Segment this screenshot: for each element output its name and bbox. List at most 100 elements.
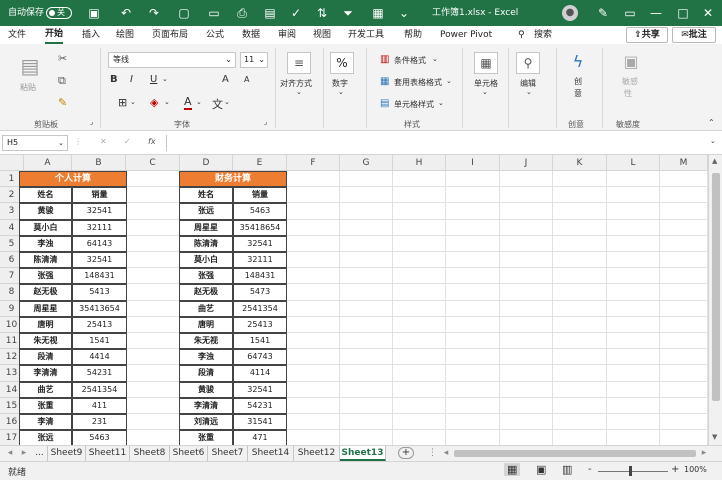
table1-cell[interactable]: 唐明 xyxy=(19,316,72,333)
tab-file[interactable]: 文件 xyxy=(8,26,26,44)
table1-cell[interactable]: 32541 xyxy=(72,252,127,269)
table2-cell[interactable]: 段清 xyxy=(179,365,233,382)
copy-icon[interactable]: ⧉ xyxy=(58,74,66,88)
number-format-button[interactable]: % xyxy=(330,52,354,74)
cell-styles-button[interactable]: 单元格样式 xyxy=(394,99,434,110)
table2-cell[interactable]: 黄骏 xyxy=(179,381,233,398)
table1-cell[interactable]: 黄骏 xyxy=(19,203,72,220)
column-header-c[interactable]: C xyxy=(126,155,180,171)
page-break-view-icon[interactable]: ▥ xyxy=(562,463,572,476)
font-color-icon[interactable]: A xyxy=(184,95,192,110)
autosave-toggle[interactable]: 关 xyxy=(46,7,72,19)
add-sheet-button[interactable]: + xyxy=(398,447,414,459)
search-label[interactable]: 搜索 xyxy=(534,26,552,44)
sensitivity-icon[interactable]: ▣ xyxy=(620,52,642,71)
paste-label[interactable]: 粘贴 xyxy=(20,82,36,93)
create-label-line2[interactable]: 意 xyxy=(574,88,582,99)
chevron-down-icon[interactable]: ⌄ xyxy=(296,88,302,96)
table1-cell[interactable]: 5413 xyxy=(72,284,127,301)
table1-cell[interactable]: 35413654 xyxy=(72,300,127,317)
table2-cell[interactable]: 471 xyxy=(233,430,287,445)
close-icon[interactable]: ✕ xyxy=(700,5,716,21)
formula-input[interactable] xyxy=(166,135,706,151)
table1-cell[interactable]: 411 xyxy=(72,397,127,414)
zoom-out-button[interactable]: - xyxy=(588,464,592,475)
minimize-icon[interactable]: — xyxy=(648,5,664,21)
insert-function-icon[interactable]: fx xyxy=(148,137,156,146)
comments-button[interactable]: ✉批注 xyxy=(672,27,716,43)
cell-styles-icon[interactable]: ▤ xyxy=(380,98,389,109)
grow-font-button[interactable]: A xyxy=(222,74,229,85)
table2-cell[interactable]: 李浊 xyxy=(179,349,233,366)
table1-cell[interactable]: 张远 xyxy=(19,430,72,445)
form-icon[interactable]: ▦ xyxy=(370,5,386,21)
table1-header-cell[interactable]: 姓名 xyxy=(19,187,72,204)
table1-cell[interactable]: 32541 xyxy=(72,203,127,220)
tab-home[interactable]: 开始 xyxy=(45,26,64,44)
table1-cell[interactable]: 赵无极 xyxy=(19,284,72,301)
tab-view[interactable]: 视图 xyxy=(313,26,331,44)
format-as-table-button[interactable]: 套用表格格式 xyxy=(394,77,442,88)
sort-icon[interactable]: ⇅ xyxy=(314,5,330,21)
pen-icon[interactable]: ✎ xyxy=(595,5,611,21)
table1-cell[interactable]: 231 xyxy=(72,414,127,431)
table2-cell[interactable]: 陈清清 xyxy=(179,235,233,252)
table2-cell[interactable]: 曲艺 xyxy=(179,300,233,317)
paste-icon[interactable]: ▤ xyxy=(18,54,42,80)
tab-draw[interactable]: 绘图 xyxy=(116,26,134,44)
chevron-down-icon[interactable]: ⌄ xyxy=(446,77,452,85)
save-icon[interactable]: ▣ xyxy=(86,5,102,21)
tab-insert[interactable]: 插入 xyxy=(82,26,100,44)
chevron-down-icon[interactable]: ⌄ xyxy=(338,88,344,96)
filter-icon[interactable]: ⏷ xyxy=(340,5,356,21)
zoom-level[interactable]: 100% xyxy=(684,465,707,474)
table1-title[interactable]: 个人计算 xyxy=(19,171,127,188)
table1-cell[interactable]: 5463 xyxy=(72,430,127,445)
column-header-e[interactable]: E xyxy=(233,155,287,171)
tab-page-layout[interactable]: 页面布局 xyxy=(152,26,188,44)
print-preview-icon[interactable]: ⎙ xyxy=(234,5,250,21)
tab-help[interactable]: 帮助 xyxy=(404,26,422,44)
table1-cell[interactable]: 莫小白 xyxy=(19,219,72,236)
table1-cell[interactable]: 25413 xyxy=(72,316,127,333)
scroll-up-icon[interactable]: ▲ xyxy=(712,157,717,165)
zoom-slider-thumb[interactable] xyxy=(629,466,632,476)
chevron-down-icon[interactable]: ⌄ xyxy=(224,98,230,106)
table2-cell[interactable]: 64743 xyxy=(233,349,287,366)
table2-cell[interactable]: 李清清 xyxy=(179,397,233,414)
scroll-left-icon[interactable]: ◂ xyxy=(440,446,452,461)
underline-dropdown-icon[interactable]: ⌄ xyxy=(162,75,168,83)
tab-review[interactable]: 审阅 xyxy=(278,26,296,44)
chevron-down-icon[interactable]: ⌄ xyxy=(482,88,488,96)
table1-cell[interactable]: 陈清清 xyxy=(19,252,72,269)
normal-view-icon[interactable]: ▦ xyxy=(504,463,521,476)
find-icon[interactable]: ⚲ xyxy=(516,52,540,74)
column-header-a[interactable]: A xyxy=(24,155,72,171)
table2-cell[interactable]: 赵无极 xyxy=(179,284,233,301)
tab-formulas[interactable]: 公式 xyxy=(206,26,224,44)
table2-cell[interactable]: 5463 xyxy=(233,203,287,220)
page-layout-view-icon[interactable]: ▣ xyxy=(536,463,546,476)
table2-cell[interactable]: 周星星 xyxy=(179,219,233,236)
column-header-k[interactable]: K xyxy=(553,155,607,171)
format-painter-icon[interactable]: ✎ xyxy=(58,96,67,109)
conditional-format-button[interactable]: 条件格式 xyxy=(394,55,426,66)
table1-cell[interactable]: 张重 xyxy=(19,397,72,414)
horizontal-scroll-thumb[interactable] xyxy=(454,450,696,457)
enter-icon[interactable]: ✓ xyxy=(124,137,131,146)
conditional-format-icon[interactable]: ▥ xyxy=(380,54,389,65)
table2-cell[interactable]: 朱无视 xyxy=(179,333,233,350)
column-header-h[interactable]: H xyxy=(393,155,446,171)
column-header-m[interactable]: M xyxy=(660,155,708,171)
table1-cell[interactable]: 148431 xyxy=(72,268,127,285)
table1-cell[interactable]: 张强 xyxy=(19,268,72,285)
phonetic-icon[interactable]: 文 xyxy=(212,96,223,112)
table2-header-cell[interactable]: 姓名 xyxy=(179,187,233,204)
expand-formula-icon[interactable]: ⌄ xyxy=(710,137,716,145)
column-header-d[interactable]: D xyxy=(180,155,233,171)
table2-cell[interactable]: 35418654 xyxy=(233,219,287,236)
undo-icon[interactable]: ↶ xyxy=(118,5,134,21)
table2-cell[interactable]: 4114 xyxy=(233,365,287,382)
chevron-down-icon[interactable]: ⌄ xyxy=(432,55,438,63)
table1-cell[interactable]: 54231 xyxy=(72,365,127,382)
